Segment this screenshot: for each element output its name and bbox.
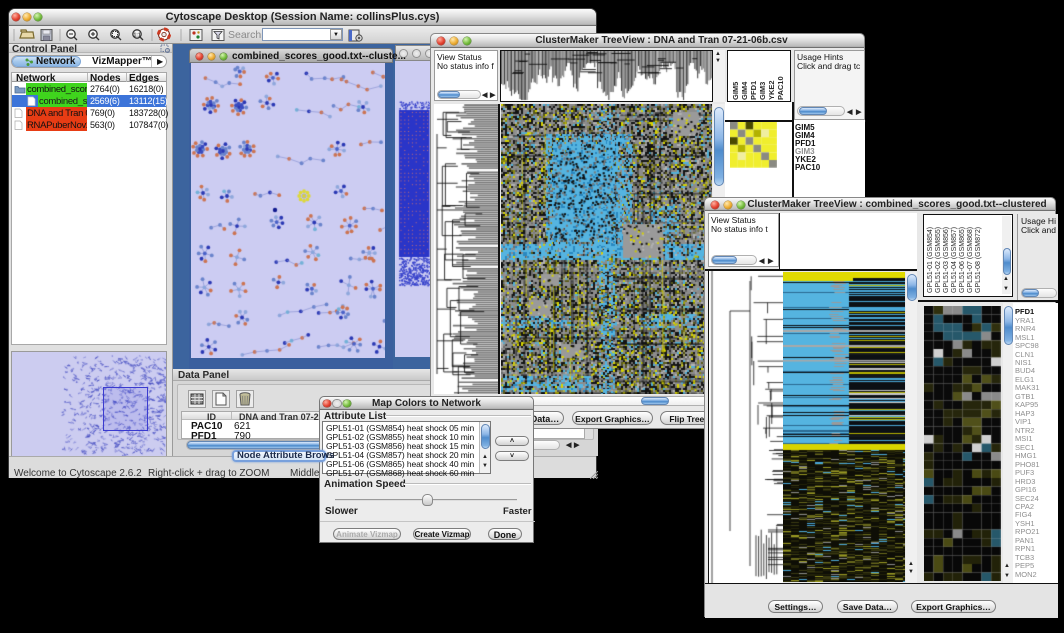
svg-text:1:1: 1:1 [134,33,141,39]
